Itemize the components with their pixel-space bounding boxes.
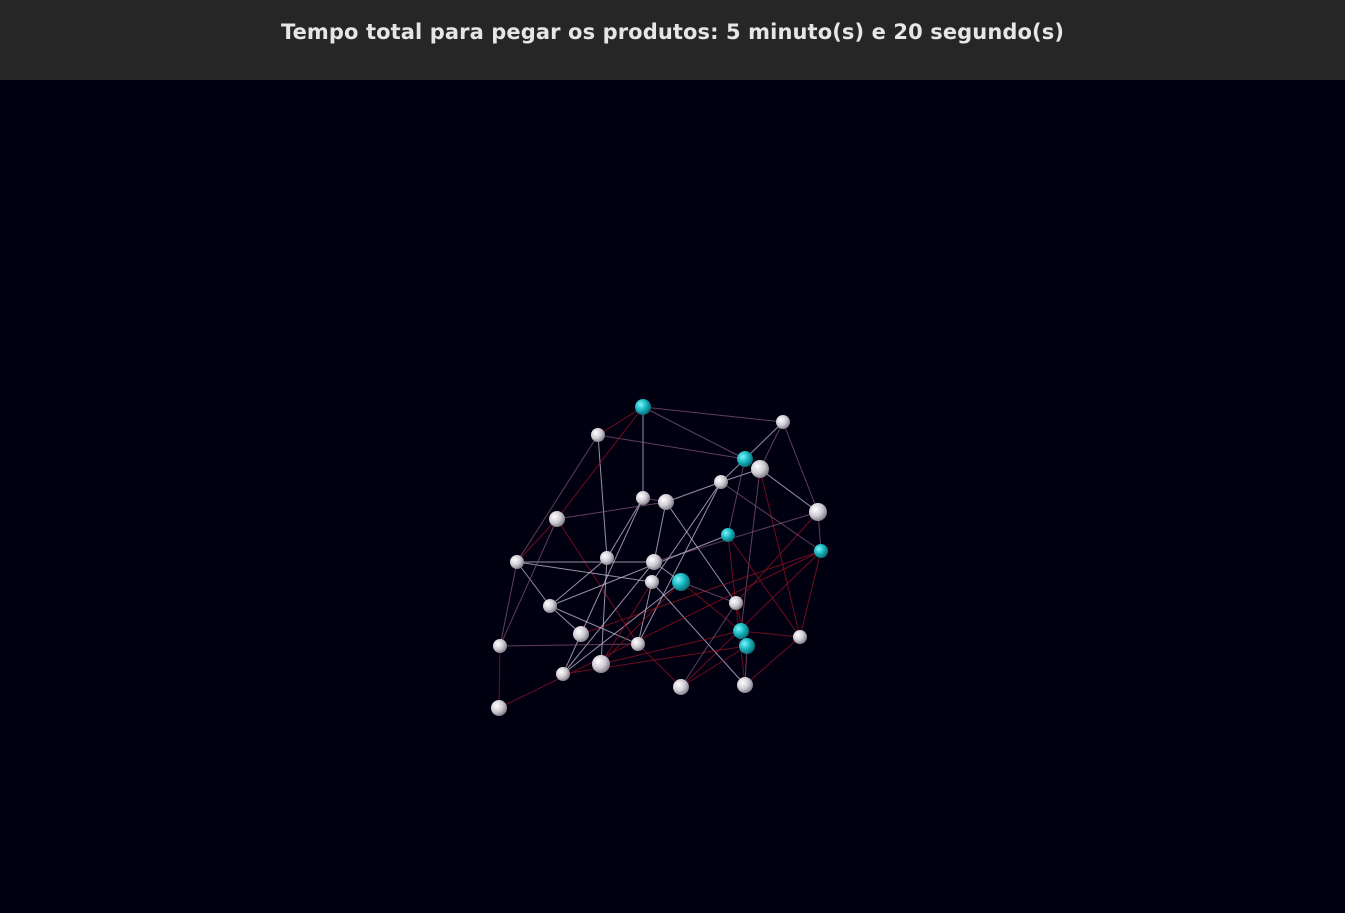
graph-canvas[interactable] xyxy=(0,80,1345,913)
graph-node[interactable] xyxy=(636,491,650,505)
total-time-title: Tempo total para pegar os produtos: 5 mi… xyxy=(280,20,1065,44)
graph-edge xyxy=(580,550,822,635)
graph-edge xyxy=(549,557,608,607)
product-node[interactable] xyxy=(733,623,749,639)
graph-edge xyxy=(556,501,667,520)
graph-node[interactable] xyxy=(600,551,614,565)
graph-node[interactable] xyxy=(646,554,662,570)
graph-edge xyxy=(556,406,644,520)
graph-edge xyxy=(498,550,822,709)
product-node[interactable] xyxy=(721,528,735,542)
product-node[interactable] xyxy=(672,573,690,591)
graph-node[interactable] xyxy=(645,575,659,589)
product-node[interactable] xyxy=(737,451,753,467)
product-node[interactable] xyxy=(635,399,651,415)
graph-edge xyxy=(516,518,558,563)
graph-edge xyxy=(740,630,801,638)
graph-node[interactable] xyxy=(592,655,610,673)
graph-edge xyxy=(516,561,551,607)
graph-node[interactable] xyxy=(793,630,807,644)
graph-node[interactable] xyxy=(658,494,674,510)
graph-node[interactable] xyxy=(729,596,743,610)
graph-node[interactable] xyxy=(491,700,507,716)
graph-node[interactable] xyxy=(714,475,728,489)
graph-edge xyxy=(720,481,822,552)
graph-node[interactable] xyxy=(631,637,645,651)
graph-node[interactable] xyxy=(556,667,570,681)
graph-edge xyxy=(600,557,608,665)
graph-edge xyxy=(606,497,644,559)
graph-edge xyxy=(642,406,784,423)
graph-node[interactable] xyxy=(573,626,589,642)
graph-edge xyxy=(727,534,746,686)
product-node[interactable] xyxy=(814,544,828,558)
graph-edge xyxy=(735,511,819,604)
graph-node[interactable] xyxy=(549,511,565,527)
product-node[interactable] xyxy=(739,638,755,654)
graph-edge xyxy=(516,561,653,583)
graph-edge xyxy=(600,581,653,665)
graph-edge xyxy=(499,561,518,647)
graph-node[interactable] xyxy=(809,503,827,521)
graph-edge xyxy=(597,434,746,460)
graph-edge xyxy=(499,643,639,647)
graph-edge xyxy=(653,501,667,563)
graph-edge xyxy=(680,645,748,688)
graph-node[interactable] xyxy=(751,460,769,478)
graph-node[interactable] xyxy=(673,679,689,695)
graph-edge xyxy=(498,645,501,709)
graph-node[interactable] xyxy=(591,428,605,442)
graph-edge xyxy=(499,518,558,647)
graph-node[interactable] xyxy=(493,639,507,653)
graph-edge xyxy=(799,550,822,638)
graph-edge xyxy=(562,645,748,675)
graph-edge xyxy=(516,434,599,563)
graph-edge xyxy=(597,434,608,559)
graph-node[interactable] xyxy=(776,415,790,429)
graph-edge xyxy=(680,550,822,688)
graph-svg[interactable] xyxy=(0,80,1345,913)
graph-node[interactable] xyxy=(510,555,524,569)
graph-node[interactable] xyxy=(737,677,753,693)
graph-edge xyxy=(642,406,746,460)
graph-node[interactable] xyxy=(543,599,557,613)
header-bar: Tempo total para pegar os produtos: 5 mi… xyxy=(0,0,1345,80)
graph-edge xyxy=(727,534,801,638)
graph-edge xyxy=(740,468,761,632)
